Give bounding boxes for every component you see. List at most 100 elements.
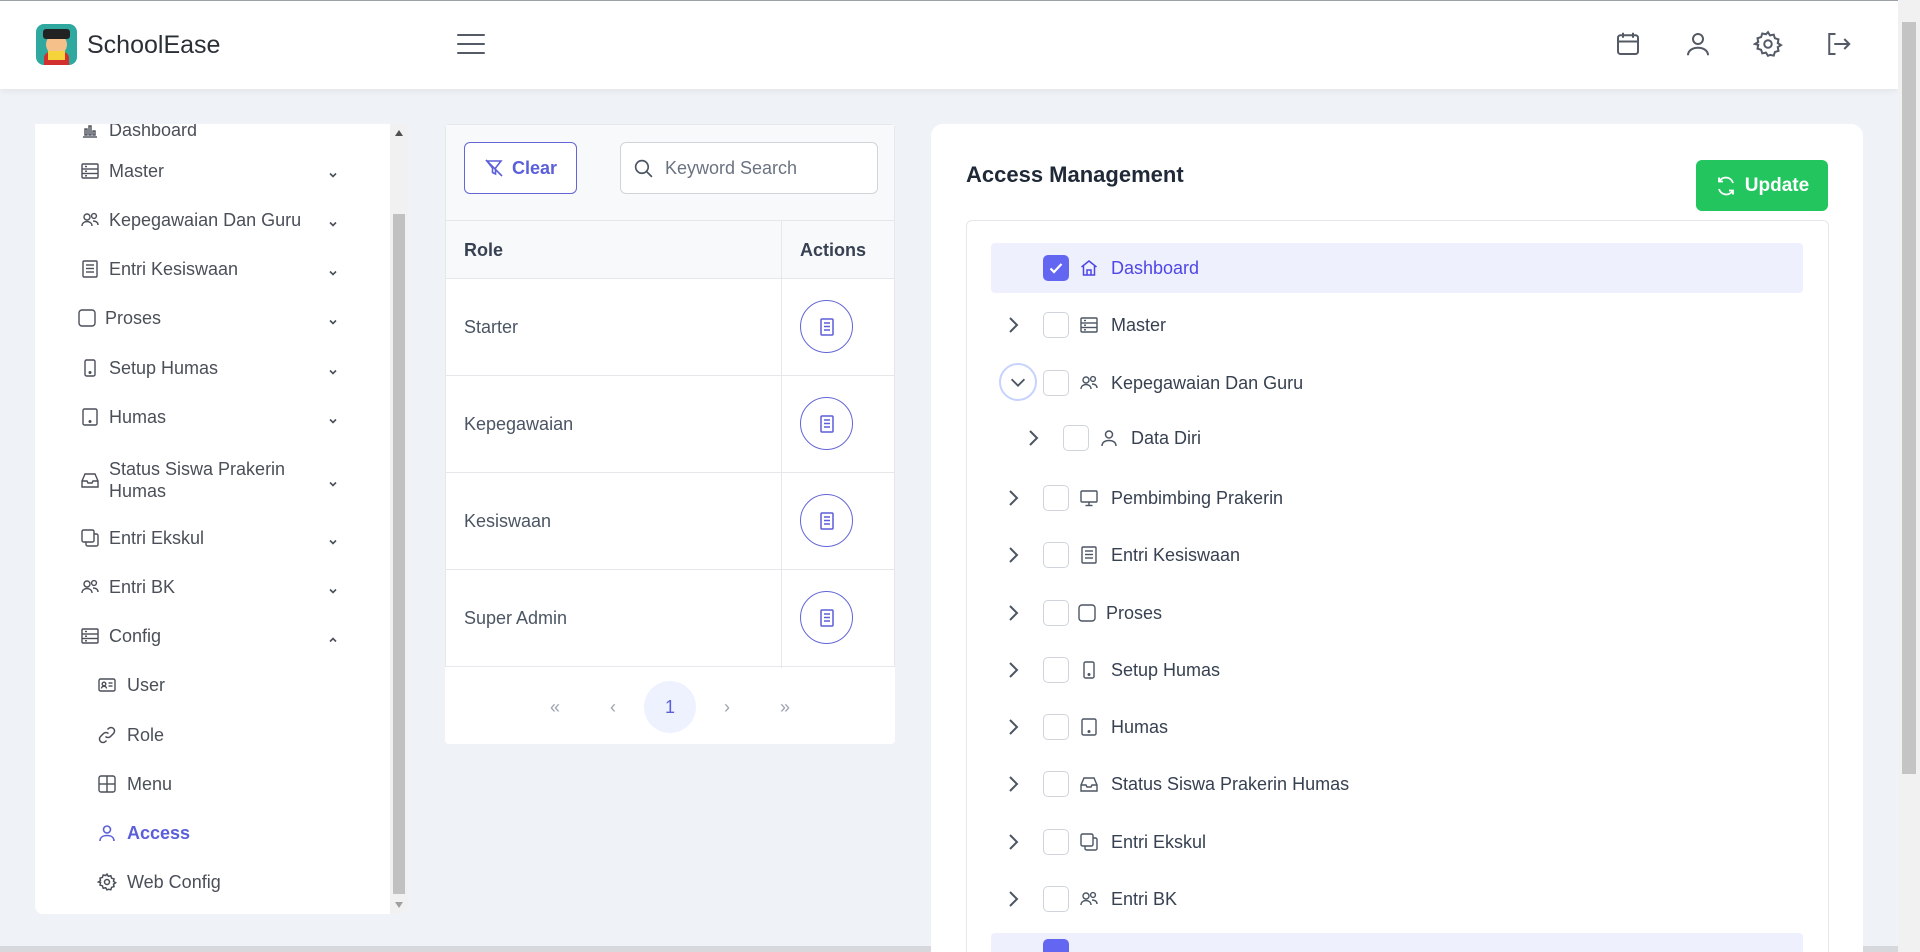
list-icon [1079,545,1099,565]
chevron-down-icon [327,312,339,325]
menu-toggle-icon[interactable] [457,34,485,56]
first-page-button[interactable]: « [535,687,575,727]
node-label: Proses [1106,603,1163,623]
tree-node-data-diri[interactable]: Data Diri [991,413,1803,463]
page-scrollbar[interactable] [1898,0,1920,952]
table-row[interactable]: Starter [445,279,895,376]
chevron-right-icon[interactable] [1001,772,1025,796]
sidebar-item-master[interactable]: Master [35,151,375,191]
tree-node-entri-kesiswaan[interactable]: Entri Kesiswaan [991,530,1803,580]
user-icon[interactable] [1683,29,1713,59]
tree-node-entri-ekskul[interactable]: Entri Ekskul [991,817,1803,867]
sidebar-item-entri-bk[interactable]: Entri BK [35,567,375,607]
view-detail-button[interactable] [800,397,853,450]
node-checkbox[interactable] [1043,370,1069,396]
node-checkbox[interactable] [1043,312,1069,338]
last-page-button[interactable]: » [765,687,805,727]
logout-icon[interactable] [1823,29,1853,59]
role-name: Kepegawaian [464,414,574,434]
sidebar-item-status-siswa[interactable]: Status Siswa Prakerin Humas [35,456,375,504]
search-input[interactable] [665,153,865,183]
chevron-right-icon[interactable] [1001,658,1025,682]
tree-node-pembimbing-prakerin[interactable]: Pembimbing Prakerin [991,473,1803,523]
sidebar-item-user[interactable]: User [35,665,375,705]
sidebar-item-web-config[interactable]: Web Config [35,862,375,902]
chevron-right-icon[interactable] [1001,715,1025,739]
sidebar-item-config[interactable]: Config [35,616,375,656]
sidebar-scrollbar[interactable] [390,124,408,914]
view-detail-button[interactable] [800,591,853,644]
sidebar-item-label: Kepegawaian Dan Guru [109,210,302,230]
chevron-right-icon[interactable] [1001,830,1025,854]
next-page-button[interactable]: › [707,687,747,727]
page-button-current[interactable]: 1 [644,681,696,733]
tree-node-kepegawaian[interactable]: Kepegawaian Dan Guru [991,358,1803,408]
column-divider [781,221,782,668]
node-label: Master [1111,315,1167,335]
chevron-right-icon[interactable] [1001,543,1025,567]
table-icon [97,774,117,794]
prev-page-button[interactable]: ‹ [593,687,633,727]
sidebar-item-setup-humas[interactable]: Setup Humas [35,348,375,388]
table-row[interactable]: Kepegawaian [445,376,895,473]
chevron-right-icon[interactable] [1001,486,1025,510]
sidebar-item-label: Humas [109,407,167,427]
sidebar-item-label: Entri BK [109,577,176,597]
gear-icon[interactable] [1752,29,1783,59]
column-header-role[interactable]: Role [464,221,503,279]
table-row[interactable]: Kesiswaan [445,473,895,570]
sidebar-item-role[interactable]: Role [35,715,375,755]
chevron-down-icon [327,165,339,178]
sidebar-item-entri-ekskul[interactable]: Entri Ekskul [35,518,375,558]
view-detail-button[interactable] [800,300,853,353]
table-row[interactable]: Super Admin [445,570,895,667]
node-label: Entri Kesiswaan [1111,545,1241,565]
tree-node-config[interactable] [991,933,1803,952]
node-checkbox[interactable] [1043,829,1069,855]
chevron-right-icon[interactable] [1001,313,1025,337]
update-button[interactable]: Update [1696,160,1828,211]
tree-node-dashboard[interactable]: Dashboard [991,243,1803,293]
tree-node-humas[interactable]: Humas [991,702,1803,752]
access-tree: Dashboard Master Kepegawaian Dan Guru Da… [966,220,1829,952]
sidebar-item-entri-kesiswaan[interactable]: Entri Kesiswaan [35,249,375,289]
document-icon [819,414,834,433]
sidebar-item-proses[interactable]: Proses [35,298,375,338]
chevron-right-icon[interactable] [1021,426,1045,450]
chevron-down-icon [327,411,339,424]
tree-node-setup-humas[interactable]: Setup Humas [991,645,1803,695]
node-checkbox[interactable] [1043,485,1069,511]
sidebar-item-kepegawaian[interactable]: Kepegawaian Dan Guru [35,200,375,240]
node-checkbox[interactable] [1043,600,1069,626]
chevron-right-icon[interactable] [1001,601,1025,625]
tree-node-status-siswa[interactable]: Status Siswa Prakerin Humas [991,759,1803,809]
chart-icon [80,124,100,140]
sidebar-item-label-line2: Humas [109,481,167,501]
node-checkbox[interactable] [1063,425,1089,451]
mobile-icon [1079,660,1099,680]
sidebar-item-dashboard[interactable]: Dashboard [35,124,375,150]
chevron-down-icon[interactable] [999,363,1037,401]
node-checkbox[interactable] [1043,886,1069,912]
tree-node-proses[interactable]: Proses [991,588,1803,638]
chevron-right-icon[interactable] [1001,887,1025,911]
node-checkbox[interactable] [1043,714,1069,740]
sidebar-item-menu[interactable]: Menu [35,764,375,804]
tree-node-master[interactable]: Master [991,300,1803,350]
tree-node-entri-bk[interactable]: Entri BK [991,874,1803,924]
node-checkbox[interactable] [1043,657,1069,683]
sidebar-item-access[interactable]: Access [35,813,375,853]
calendar-icon[interactable] [1613,29,1643,59]
column-header-actions: Actions [800,240,867,260]
top-bar: SchoolEase [0,0,1898,89]
sidebar-item-label: User [127,675,166,695]
node-checkbox[interactable] [1043,542,1069,568]
node-checkbox[interactable] [1043,255,1069,281]
node-checkbox[interactable] [1043,771,1069,797]
clear-button[interactable]: Clear [464,142,577,194]
view-detail-button[interactable] [800,494,853,547]
sidebar-item-humas[interactable]: Humas [35,397,375,437]
node-label: Dashboard [1111,258,1200,278]
node-checkbox[interactable] [1043,939,1069,952]
sidebar-item-label: Role [127,725,165,745]
